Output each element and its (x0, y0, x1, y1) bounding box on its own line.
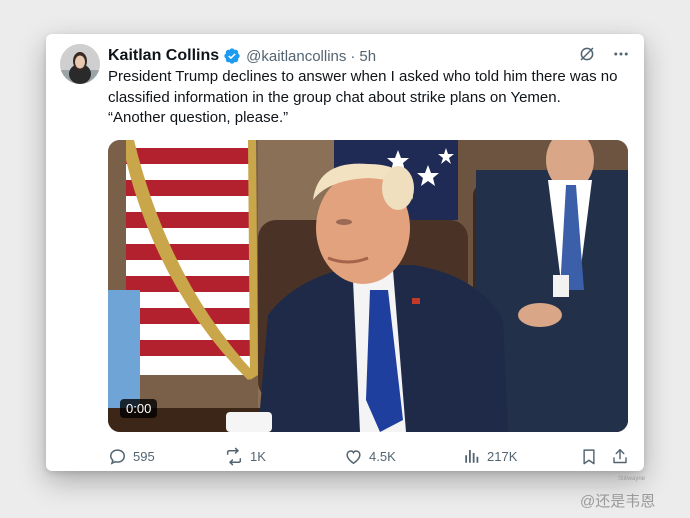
video-duration: 0:00 (120, 399, 158, 418)
tweet-text-quote: “Another question, please.” (108, 109, 289, 126)
like-button[interactable]: 4.5K (344, 447, 396, 466)
watermark-text: @还是韦恩 (580, 493, 656, 510)
repost-count: 1K (250, 448, 266, 464)
more-dots-icon[interactable] (612, 45, 630, 68)
tweet-text: President Trump declines to answer when … (108, 67, 628, 129)
heart-icon (344, 447, 363, 466)
avatar[interactable] (60, 44, 100, 84)
separator-dot: · (350, 47, 356, 65)
repost-button[interactable]: 1K (224, 447, 266, 466)
verified-badge-icon (223, 47, 241, 65)
repost-icon (224, 447, 244, 466)
like-count: 4.5K (369, 448, 396, 464)
bookmark-icon (580, 447, 598, 466)
tweet-header: Kaitlan Collins @kaitlancollins · 5h (108, 45, 630, 67)
watermark: @还是韦恩 (580, 490, 655, 511)
author-name[interactable]: Kaitlan Collins (108, 47, 219, 65)
views-button[interactable]: 217K (463, 447, 517, 465)
author-handle[interactable]: @kaitlancollins (246, 48, 346, 65)
grok-icon[interactable] (578, 45, 596, 68)
reply-icon (108, 447, 127, 466)
share-button[interactable] (611, 447, 629, 466)
tweet-time[interactable]: 5h (359, 48, 376, 65)
reply-button[interactable]: 595 (108, 447, 155, 466)
corner-label: Stillwayne (618, 476, 646, 482)
video-player[interactable]: 0:00 (108, 140, 628, 432)
bookmark-button[interactable] (580, 447, 598, 466)
reply-count: 595 (133, 448, 155, 464)
header-actions (578, 45, 630, 68)
views-count: 217K (487, 448, 518, 464)
views-icon (463, 447, 481, 465)
tweet-actions: 595 1K 4.5K 217K (108, 444, 630, 468)
video-frame (108, 140, 628, 432)
tweet-text-line: President Trump declines to answer when … (108, 68, 618, 106)
share-icon (611, 447, 629, 466)
tweet-card: Kaitlan Collins @kaitlancollins · 5h Pre… (46, 34, 644, 471)
